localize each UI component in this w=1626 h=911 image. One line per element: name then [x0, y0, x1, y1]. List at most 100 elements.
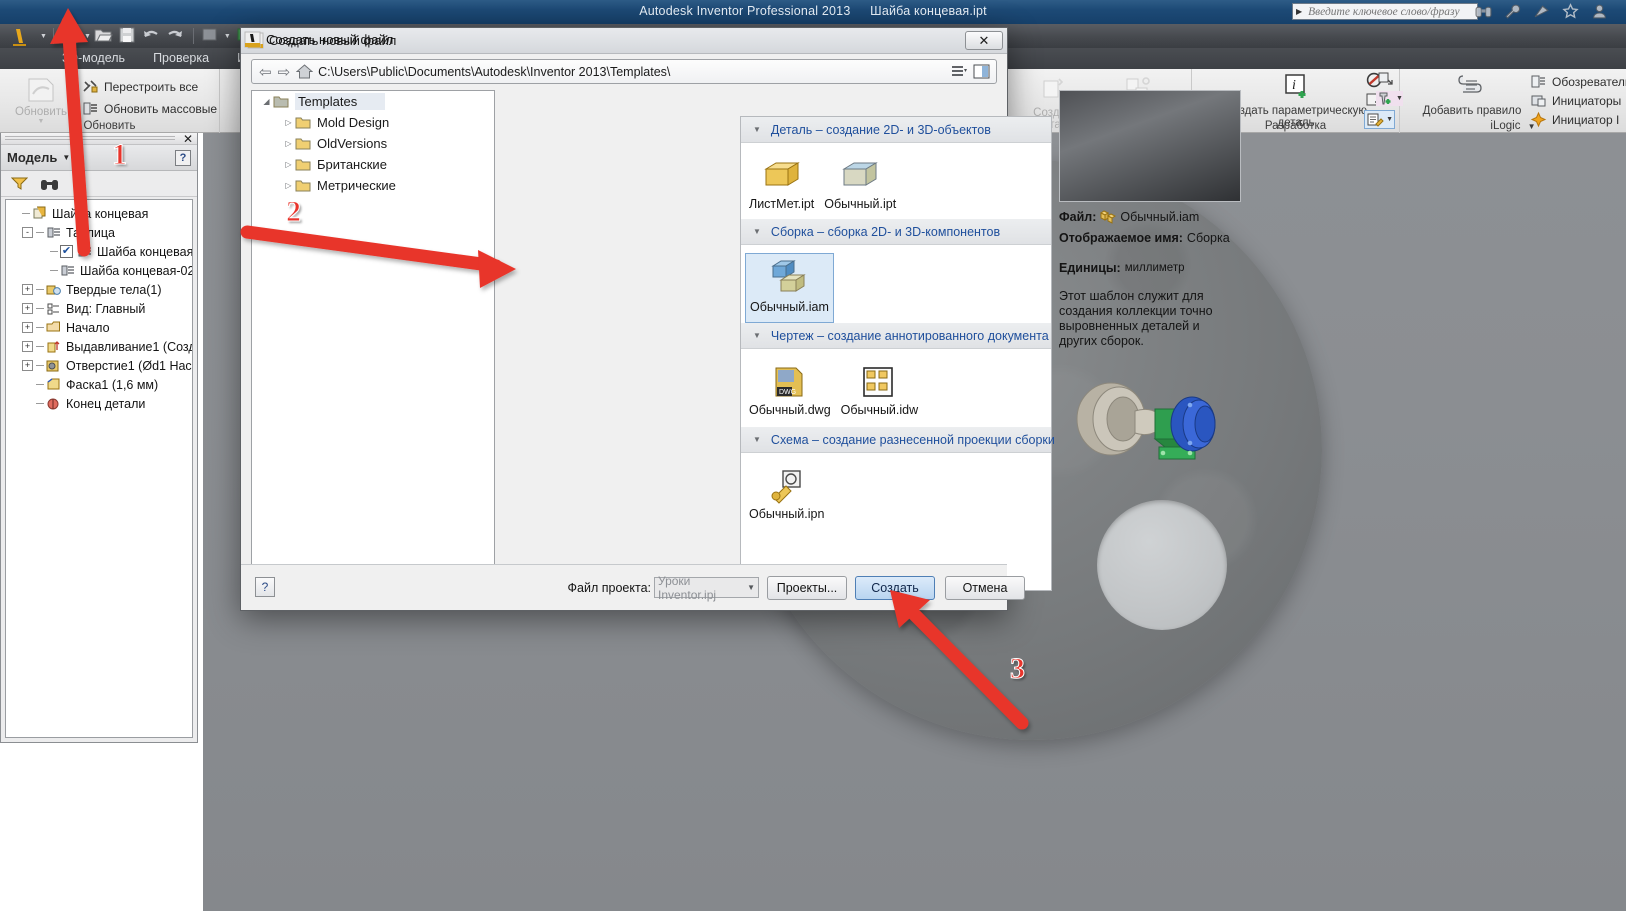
- select-dropdown-icon[interactable]: ▼: [224, 33, 231, 40]
- tree-item[interactable]: ✔ Шайба концевая-01: [8, 242, 192, 261]
- tree-connector: [36, 384, 44, 385]
- update-button[interactable]: Обновить ▼: [4, 74, 78, 125]
- forward-arrow-icon[interactable]: ⇨: [275, 63, 294, 81]
- save-icon[interactable]: [117, 26, 139, 46]
- folder-item[interactable]: ▷ Метрические: [252, 175, 494, 196]
- template-item[interactable]: DWG Обычный.dwg: [745, 357, 835, 427]
- tab-inspect[interactable]: Проверка: [139, 49, 223, 68]
- update-mass-row[interactable]: Обновить массовые: [82, 100, 217, 117]
- panel-ilogic-label[interactable]: iLogic ▼: [1400, 119, 1626, 133]
- browser-grip[interactable]: ✕: [1, 132, 197, 146]
- redo-icon[interactable]: [165, 26, 187, 46]
- tree-item[interactable]: - Таблица: [8, 223, 192, 242]
- folder-expander-icon[interactable]: ▷: [282, 181, 295, 190]
- ilogic-dropdown-icon[interactable]: ▼: [1528, 122, 1536, 131]
- new-file-icon[interactable]: [60, 26, 82, 46]
- folder-item[interactable]: ◢ Templates: [252, 91, 494, 112]
- tree-expander[interactable]: +: [22, 303, 33, 314]
- folder-expander-icon[interactable]: ▷: [282, 160, 295, 169]
- section-collapse-icon[interactable]: ▼: [753, 125, 761, 134]
- folder-item[interactable]: ▷ Mold Design: [252, 112, 494, 133]
- filter-icon[interactable]: [11, 176, 28, 191]
- tree-item[interactable]: Фаска1 (1,6 мм): [8, 375, 192, 394]
- undo-icon[interactable]: [141, 26, 163, 46]
- folder-expander-icon[interactable]: ◢: [260, 97, 273, 106]
- section-header[interactable]: ▼ Деталь – создание 2D- и 3D-объектов: [741, 117, 1051, 143]
- tree-item[interactable]: Конец детали: [8, 394, 192, 413]
- tree-expander[interactable]: +: [22, 322, 33, 333]
- section-collapse-icon[interactable]: ▼: [753, 227, 761, 236]
- list-view-icon[interactable]: [951, 65, 968, 79]
- hole-icon: [46, 360, 59, 372]
- close-icon[interactable]: ✕: [183, 132, 193, 146]
- folder-tree[interactable]: ◢ Templates ▷ Mold Design ▷ OldVersions ▷ Брита…: [251, 90, 495, 591]
- search-input[interactable]: [1306, 4, 1477, 19]
- new-file-dropdown-icon[interactable]: ▼: [84, 33, 91, 40]
- template-item[interactable]: Обычный.idw: [837, 357, 922, 427]
- tree-item[interactable]: Шайба концевая: [8, 204, 192, 223]
- tab-3d-model[interactable]: 3D-модель: [48, 49, 139, 68]
- inventor-logo-icon[interactable]: [4, 26, 38, 46]
- chevron-down-icon[interactable]: ▼: [747, 583, 755, 592]
- tree-expander[interactable]: +: [22, 284, 33, 295]
- rebuild-all-row[interactable]: Перестроить все: [82, 78, 198, 95]
- section-collapse-icon[interactable]: ▼: [753, 435, 761, 444]
- folder-item[interactable]: ▷ Британские: [252, 154, 494, 175]
- folder-expander-icon[interactable]: ▷: [282, 118, 295, 127]
- folder-expander-icon[interactable]: ▷: [282, 139, 295, 148]
- tree-expander[interactable]: -: [22, 227, 33, 238]
- dialog-close-button[interactable]: ✕: [965, 31, 1003, 50]
- search-box[interactable]: ▶: [1292, 3, 1478, 20]
- back-arrow-icon[interactable]: ⇦: [256, 63, 275, 81]
- star-icon[interactable]: [1562, 3, 1579, 20]
- triggers-row[interactable]: Инициаторы: [1530, 92, 1621, 109]
- ilogic-component-dropdown-icon[interactable]: ▼: [1396, 95, 1403, 102]
- template-item[interactable]: ЛистМет.ipt: [745, 151, 818, 219]
- path-bar[interactable]: ⇦ ⇨ C:\Users\Public\Documents\Autodesk\I…: [251, 59, 997, 84]
- logo-dropdown-icon[interactable]: ▼: [40, 33, 47, 40]
- tree-item[interactable]: + Вид: Главный: [8, 299, 192, 318]
- split-view-icon[interactable]: [973, 64, 990, 79]
- section-collapse-icon[interactable]: ▼: [753, 331, 761, 340]
- find-binoculars-icon[interactable]: [40, 176, 59, 191]
- template-item[interactable]: Обычный.ipn: [745, 461, 828, 533]
- select-icon[interactable]: [200, 26, 222, 46]
- help-button[interactable]: ?: [255, 577, 275, 597]
- folder-label: Templates: [295, 93, 386, 110]
- template-list[interactable]: ▼ Деталь – создание 2D- и 3D-объектов Лист…: [740, 116, 1055, 591]
- template-item[interactable]: Обычный.iam: [745, 253, 834, 323]
- projects-button[interactable]: Проекты...: [767, 576, 847, 600]
- browser-toolbar[interactable]: [1, 171, 197, 197]
- chevron-down-icon[interactable]: ▼: [62, 153, 70, 162]
- model-tree[interactable]: Шайба концевая - Таблица ✔ Шайба концевая-01…: [5, 199, 193, 738]
- binoculars-icon[interactable]: [1475, 3, 1492, 20]
- ilogic-component-button[interactable]: ▼: [1376, 91, 1403, 106]
- create-button[interactable]: Создать: [855, 576, 935, 600]
- section-header[interactable]: ▼ Чертеж – создание аннотированного докум…: [741, 323, 1051, 349]
- tree-expander[interactable]: +: [22, 360, 33, 371]
- section-header[interactable]: ▼ Схема – создание разнесенной проекции с…: [741, 427, 1055, 453]
- tree-expander[interactable]: +: [22, 341, 33, 352]
- template-item[interactable]: Обычный.ipt: [820, 151, 900, 219]
- browser-row[interactable]: Обозреватель: [1530, 73, 1626, 90]
- help-icon[interactable]: ?: [175, 149, 191, 166]
- home-icon[interactable]: [296, 64, 314, 79]
- wrench-icon[interactable]: [1504, 3, 1521, 20]
- ilogic-form-icon[interactable]: [1376, 71, 1396, 88]
- add-rule-button[interactable]: Добавить правило: [1416, 73, 1528, 117]
- user-icon[interactable]: [1591, 3, 1608, 20]
- tree-item[interactable]: + Отверстие1 (Ød1 Насквозь Глу: [8, 356, 192, 375]
- section-header[interactable]: ▼ Сборка – сборка 2D- и 3D-компонентов: [741, 219, 1051, 245]
- satellite-dish-icon[interactable]: [1533, 3, 1550, 20]
- tree-checkbox[interactable]: ✔: [60, 245, 73, 258]
- tree-item[interactable]: + Начало: [8, 318, 192, 337]
- tree-item[interactable]: Шайба концевая-02: [8, 261, 192, 280]
- tree-item[interactable]: + Твердые тела(1): [8, 280, 192, 299]
- open-file-icon[interactable]: [93, 26, 115, 46]
- ilogic-left-icons[interactable]: ▼: [1376, 71, 1403, 106]
- view-options[interactable]: [951, 64, 992, 79]
- tree-item[interactable]: + Выдавливание1 (Создать твер: [8, 337, 192, 356]
- folder-item[interactable]: ▷ OldVersions: [252, 133, 494, 154]
- project-file-combo[interactable]: Уроки Inventor.ipj ▼: [654, 574, 759, 602]
- cancel-button[interactable]: Отмена: [945, 576, 1025, 600]
